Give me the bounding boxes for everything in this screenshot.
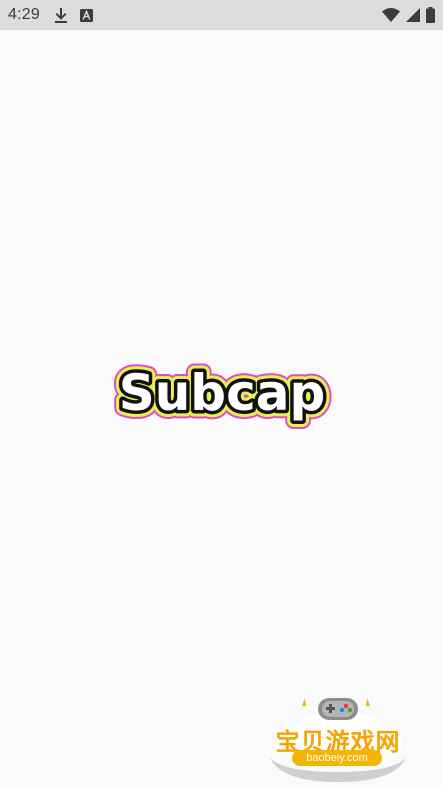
signal-icon: [406, 8, 420, 22]
status-bar: 4:29: [0, 0, 443, 30]
download-icon: [54, 7, 68, 23]
battery-icon: [426, 7, 435, 23]
game-controller-icon: [318, 698, 358, 720]
status-notification-icons: [54, 7, 93, 23]
status-system-icons: [382, 7, 435, 23]
watermark: 宝贝游戏网 baobeiy.com: [262, 692, 414, 784]
wifi-icon: [382, 8, 400, 22]
status-time: 4:29: [8, 6, 40, 23]
subcap-logo: Subcap Subcap Subcap Subcap: [108, 352, 336, 432]
watermark-url: baobeiy.com: [292, 750, 382, 766]
font-a-icon: [79, 8, 93, 22]
logo-text: Subcap: [119, 364, 326, 422]
